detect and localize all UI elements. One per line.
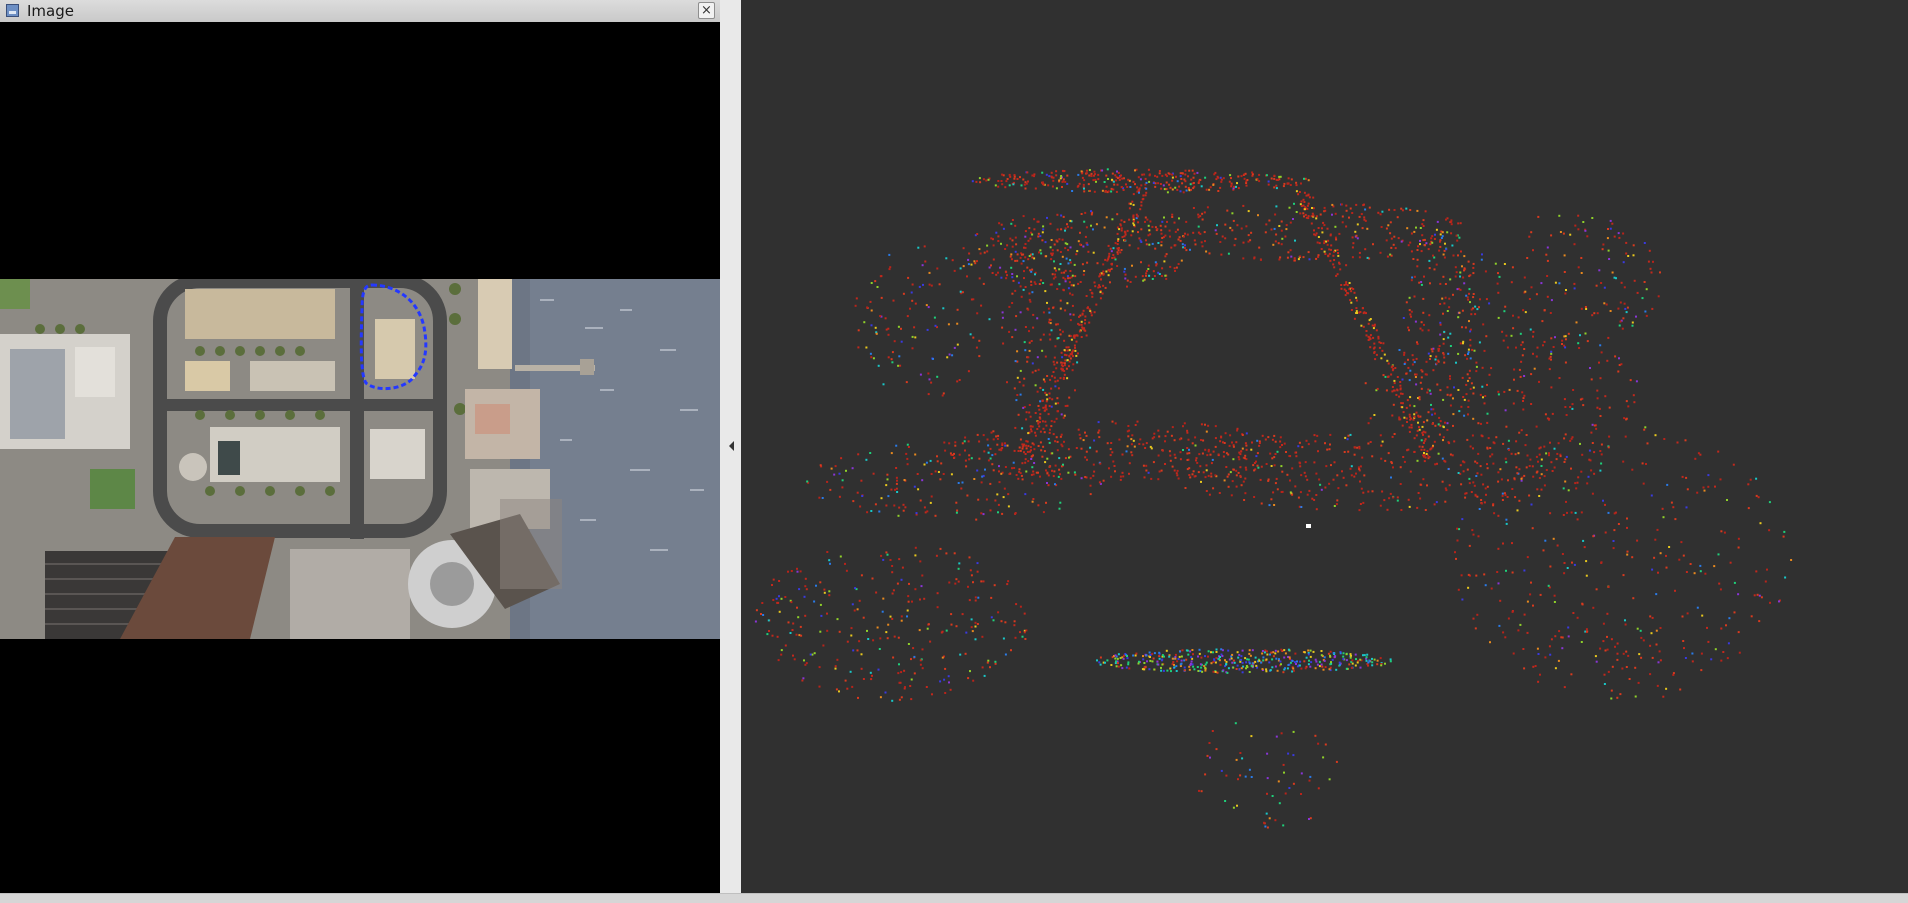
origin-marker [1306,524,1311,528]
image-window: Image × [0,0,721,894]
close-button[interactable]: × [698,2,715,19]
aerial-city-map [0,279,720,639]
park [0,279,30,309]
image-window-titlebar[interactable]: Image × [0,0,720,23]
image-display [0,22,721,894]
point-cloud-points [754,168,1793,829]
building-south [290,549,410,639]
point-cloud-viewport[interactable] [741,0,1908,893]
block-north [185,289,335,339]
image-window-icon [6,4,19,17]
window-title: Image [27,2,74,20]
point-cloud [754,168,1793,829]
beach [478,279,512,369]
panel-splitter[interactable] [720,0,741,893]
collapse-left-icon[interactable] [729,441,734,451]
